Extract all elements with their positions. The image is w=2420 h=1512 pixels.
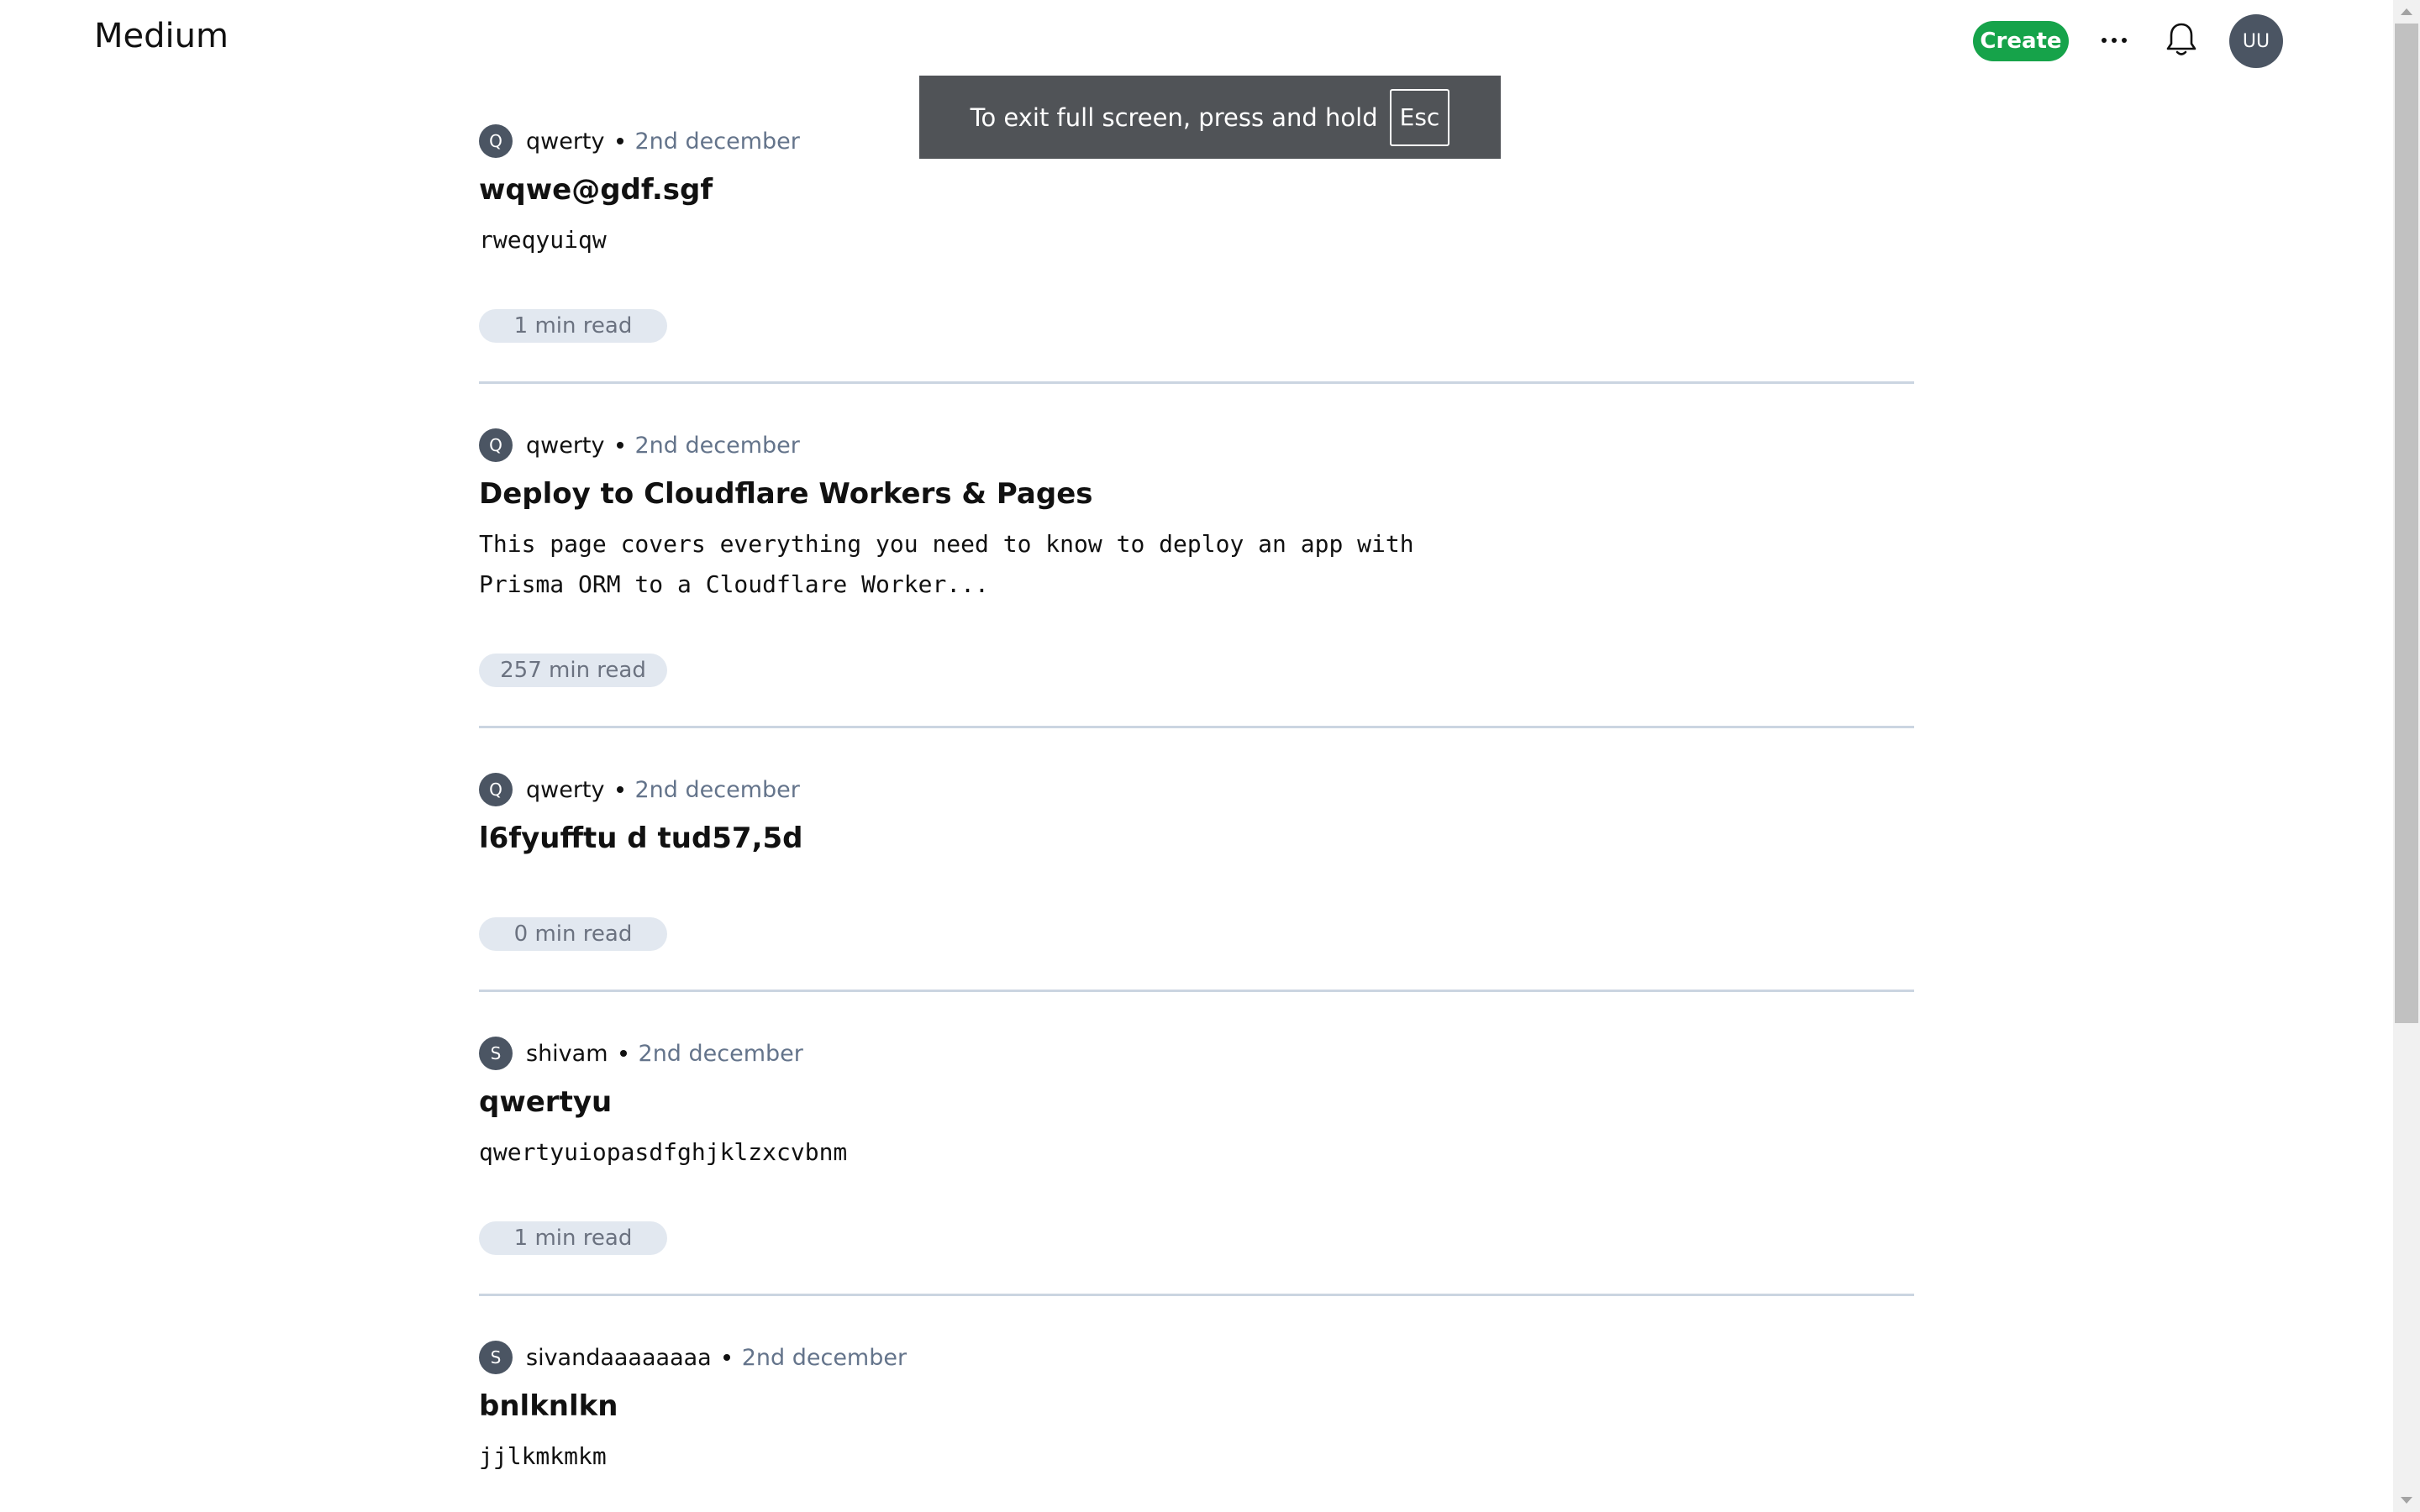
meta-separator (616, 138, 623, 144)
post-excerpt: rweqyuiqw (479, 226, 607, 254)
meta-separator (723, 1354, 730, 1361)
author-avatar: S (479, 1341, 513, 1374)
post-title[interactable]: Deploy to Cloudflare Workers & Pages (479, 477, 1093, 511)
scroll-down-arrow-icon[interactable] (2393, 1488, 2420, 1512)
post-title[interactable]: wqwe@gdf.sgf (479, 173, 713, 207)
post-excerpt-line: Prisma ORM to a Cloudflare Worker... (479, 570, 989, 598)
post-date: 2nd december (634, 128, 800, 155)
meta-separator (619, 1050, 627, 1057)
read-time-badge: 1 min read (479, 1221, 667, 1255)
divider (479, 1294, 1914, 1296)
scrollbar-thumb[interactable] (2395, 24, 2418, 1023)
post-excerpt: qwertyuiopasdfghjklzxcvbnm (479, 1138, 848, 1166)
author-name: qwerty (526, 432, 605, 459)
post-meta: Q qwerty 2nd december (479, 124, 800, 158)
post-excerpt: This page covers everything you need to … (479, 524, 1487, 605)
post-card[interactable]: S sivandaaaaaaaa 2nd december bnlknlkn j… (479, 1341, 1914, 1512)
read-time-badge: 1 min read (479, 309, 667, 343)
esc-key-hint: Esc (1389, 88, 1450, 146)
author-name: shivam (526, 1040, 608, 1067)
user-avatar[interactable]: UU (2229, 14, 2283, 68)
top-app-bar: Medium Create UU (0, 0, 2393, 81)
post-card[interactable]: Q qwerty 2nd december l6fyufftu d tud57,… (479, 773, 1914, 992)
post-title[interactable]: qwertyu (479, 1085, 612, 1119)
read-time-badge: 0 min read (479, 917, 667, 951)
post-meta: S sivandaaaaaaaa 2nd december (479, 1341, 907, 1374)
author-avatar: Q (479, 124, 513, 158)
post-excerpt: jjlkmkmkm (479, 1442, 607, 1470)
post-date: 2nd december (741, 1344, 908, 1371)
page: Medium Create UU Q qwerty 2nd december w… (0, 0, 2393, 1512)
post-title[interactable]: bnlknlkn (479, 1389, 618, 1423)
post-title[interactable]: l6fyufftu d tud57,5d (479, 822, 803, 855)
meta-separator (616, 442, 623, 449)
author-avatar: S (479, 1037, 513, 1070)
post-card[interactable]: S shivam 2nd december qwertyu qwertyuiop… (479, 1037, 1914, 1297)
divider (479, 726, 1914, 728)
divider (479, 990, 1914, 992)
read-time-badge: 257 min read (479, 654, 667, 687)
post-date: 2nd december (634, 776, 800, 803)
post-meta: Q qwerty 2nd december (479, 428, 800, 462)
bell-icon[interactable] (2165, 20, 2198, 59)
author-name: qwerty (526, 128, 605, 155)
author-name: sivandaaaaaaaa (526, 1344, 712, 1371)
post-card[interactable]: Q qwerty 2nd december Deploy to Cloudfla… (479, 428, 1914, 731)
author-avatar: Q (479, 428, 513, 462)
toast-message: To exit full screen, press and hold (970, 102, 1378, 132)
app-logo[interactable]: Medium (94, 17, 229, 55)
meta-separator (616, 786, 623, 793)
post-date: 2nd december (638, 1040, 803, 1067)
post-card[interactable]: Q qwerty 2nd december wqwe@gdf.sgf rweqy… (479, 124, 1914, 385)
author-avatar: Q (479, 773, 513, 806)
more-icon[interactable] (2097, 25, 2131, 55)
divider (479, 381, 1914, 384)
post-meta: S shivam 2nd december (479, 1037, 803, 1070)
create-button[interactable]: Create (1973, 21, 2069, 61)
vertical-scrollbar[interactable] (2393, 0, 2420, 1512)
post-meta: Q qwerty 2nd december (479, 773, 800, 806)
author-name: qwerty (526, 776, 605, 803)
fullscreen-exit-toast: To exit full screen, press and hold Esc (919, 76, 1501, 159)
post-excerpt-line: This page covers everything you need to … (479, 530, 1414, 558)
scroll-up-arrow-icon[interactable] (2393, 0, 2420, 24)
post-date: 2nd december (634, 432, 800, 459)
